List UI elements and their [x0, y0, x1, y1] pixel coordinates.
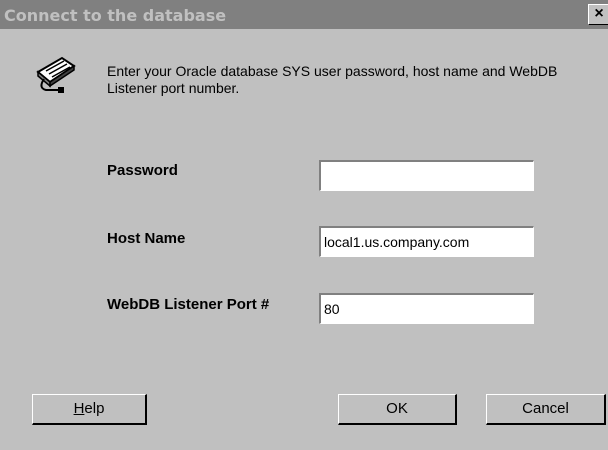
ok-button[interactable]: OK [338, 394, 457, 425]
instruction-text: Enter your Oracle database SYS user pass… [107, 63, 558, 96]
help-button[interactable]: Help [32, 394, 147, 425]
help-mnemonic: H [73, 400, 85, 417]
password-field[interactable] [319, 160, 534, 191]
port-field[interactable] [319, 293, 534, 324]
password-label: Password [107, 162, 178, 179]
help-label: elp [84, 400, 105, 417]
host-name-label: Host Name [107, 230, 186, 247]
keyboard-plug-icon [34, 52, 78, 96]
title-bar: Connect to the database × [0, 0, 608, 29]
host-name-field[interactable] [319, 226, 534, 257]
port-label: WebDB Listener Port # [107, 296, 270, 313]
close-button[interactable]: × [588, 4, 608, 25]
cancel-button[interactable]: Cancel [486, 394, 606, 425]
close-icon: × [594, 5, 604, 22]
window-title: Connect to the database [4, 6, 227, 25]
